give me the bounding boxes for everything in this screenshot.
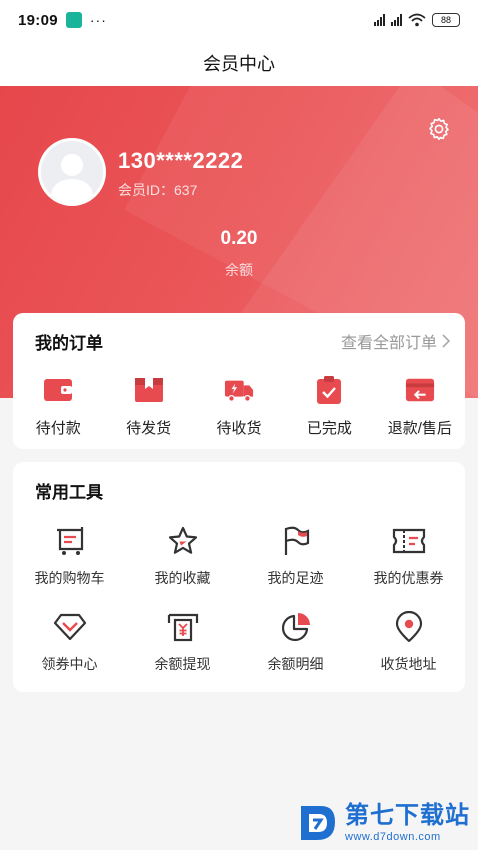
refund-icon (405, 375, 435, 405)
order-status-row: 待付款 待发货 待收货 已完成 退款/售后 (13, 375, 465, 438)
tool-label: 我的购物车 (34, 570, 105, 586)
tool-item-coupon-center[interactable]: 领券中心 (13, 610, 126, 674)
cart-icon (53, 524, 87, 558)
site-watermark: 第七下载站 www.d7down.com (297, 802, 470, 844)
chevron-right-icon (442, 334, 451, 348)
wifi-icon (408, 13, 426, 27)
status-time: 19:09 (18, 11, 58, 29)
order-label: 待收货 (216, 420, 262, 437)
watermark-logo-icon (301, 806, 335, 840)
tool-label: 余额提现 (154, 656, 211, 672)
tool-item-footprints[interactable]: 我的足迹 (239, 524, 352, 588)
box-icon (134, 375, 164, 405)
withdraw-icon (166, 610, 200, 644)
gear-icon (429, 117, 449, 141)
diamond-icon (53, 610, 87, 644)
order-item-pending-payment[interactable]: 待付款 (13, 375, 103, 438)
tool-label: 我的优惠券 (373, 570, 444, 586)
balance-label: 余额 (225, 262, 253, 278)
page-title: 会员中心 (203, 54, 275, 74)
battery-icon: 88 (432, 13, 460, 27)
tools-card: 常用工具 我的购物车 我的收藏 我的足迹 我的优惠券 领券中心 余额提现 余额明… (13, 462, 465, 692)
avatar[interactable] (38, 138, 106, 206)
order-item-refund[interactable]: 退款/售后 (375, 375, 465, 438)
order-label: 退款/售后 (387, 420, 452, 437)
orders-title: 我的订单 (35, 334, 103, 353)
tool-label: 我的足迹 (267, 570, 324, 586)
tool-item-balance-detail[interactable]: 余额明细 (239, 610, 352, 674)
tools-grid: 我的购物车 我的收藏 我的足迹 我的优惠券 领券中心 余额提现 余额明细 收货地… (13, 524, 465, 674)
member-id: 会员ID：637 (118, 182, 198, 198)
order-item-completed[interactable]: 已完成 (284, 375, 374, 438)
tool-label: 余额明细 (267, 656, 324, 672)
location-icon (392, 610, 426, 644)
tool-item-withdraw[interactable]: 余额提现 (126, 610, 239, 674)
view-all-orders-link[interactable]: 查看全部订单 (341, 329, 451, 353)
balance-value[interactable]: 0.20 (0, 228, 478, 250)
truck-icon (224, 375, 254, 405)
tool-label: 收货地址 (380, 656, 437, 672)
username: 130****2222 (118, 148, 244, 173)
order-item-pending-shipment[interactable]: 待发货 (103, 375, 193, 438)
clipboard-check-icon (314, 375, 344, 405)
signal-icon (391, 14, 402, 26)
ticket-icon (392, 524, 426, 558)
title-bar: 会员中心 (0, 40, 478, 86)
settings-button[interactable] (426, 116, 452, 142)
tool-item-favorites[interactable]: 我的收藏 (126, 524, 239, 588)
tool-item-address[interactable]: 收货地址 (352, 610, 465, 674)
user-placeholder-icon (50, 154, 94, 203)
tools-title: 常用工具 (35, 483, 103, 502)
star-icon (166, 524, 200, 558)
app-notification-icon (65, 12, 82, 28)
orders-card: 我的订单 查看全部订单 待付款 待发货 待收货 已完成 退款/售后 (13, 313, 465, 449)
tool-label: 领券中心 (41, 656, 98, 672)
tool-item-coupons[interactable]: 我的优惠券 (352, 524, 465, 588)
wallet-icon (43, 375, 73, 405)
signal-icon (374, 14, 385, 26)
order-label: 待发货 (126, 420, 172, 437)
order-label: 待付款 (35, 420, 81, 437)
watermark-title: 第七下载站 (345, 801, 470, 829)
more-notifications-icon: ··· (89, 12, 107, 28)
watermark-url: www.d7down.com (345, 830, 441, 843)
tool-label: 我的收藏 (154, 570, 211, 586)
status-indicators: 88 (374, 13, 460, 27)
order-item-pending-receipt[interactable]: 待收货 (194, 375, 284, 438)
view-all-label: 查看全部订单 (340, 335, 437, 352)
pie-icon (279, 610, 313, 644)
tool-item-cart[interactable]: 我的购物车 (13, 524, 126, 588)
order-label: 已完成 (306, 420, 352, 437)
status-bar: 19:09 ··· 88 (0, 0, 478, 40)
flag-icon (279, 524, 313, 558)
